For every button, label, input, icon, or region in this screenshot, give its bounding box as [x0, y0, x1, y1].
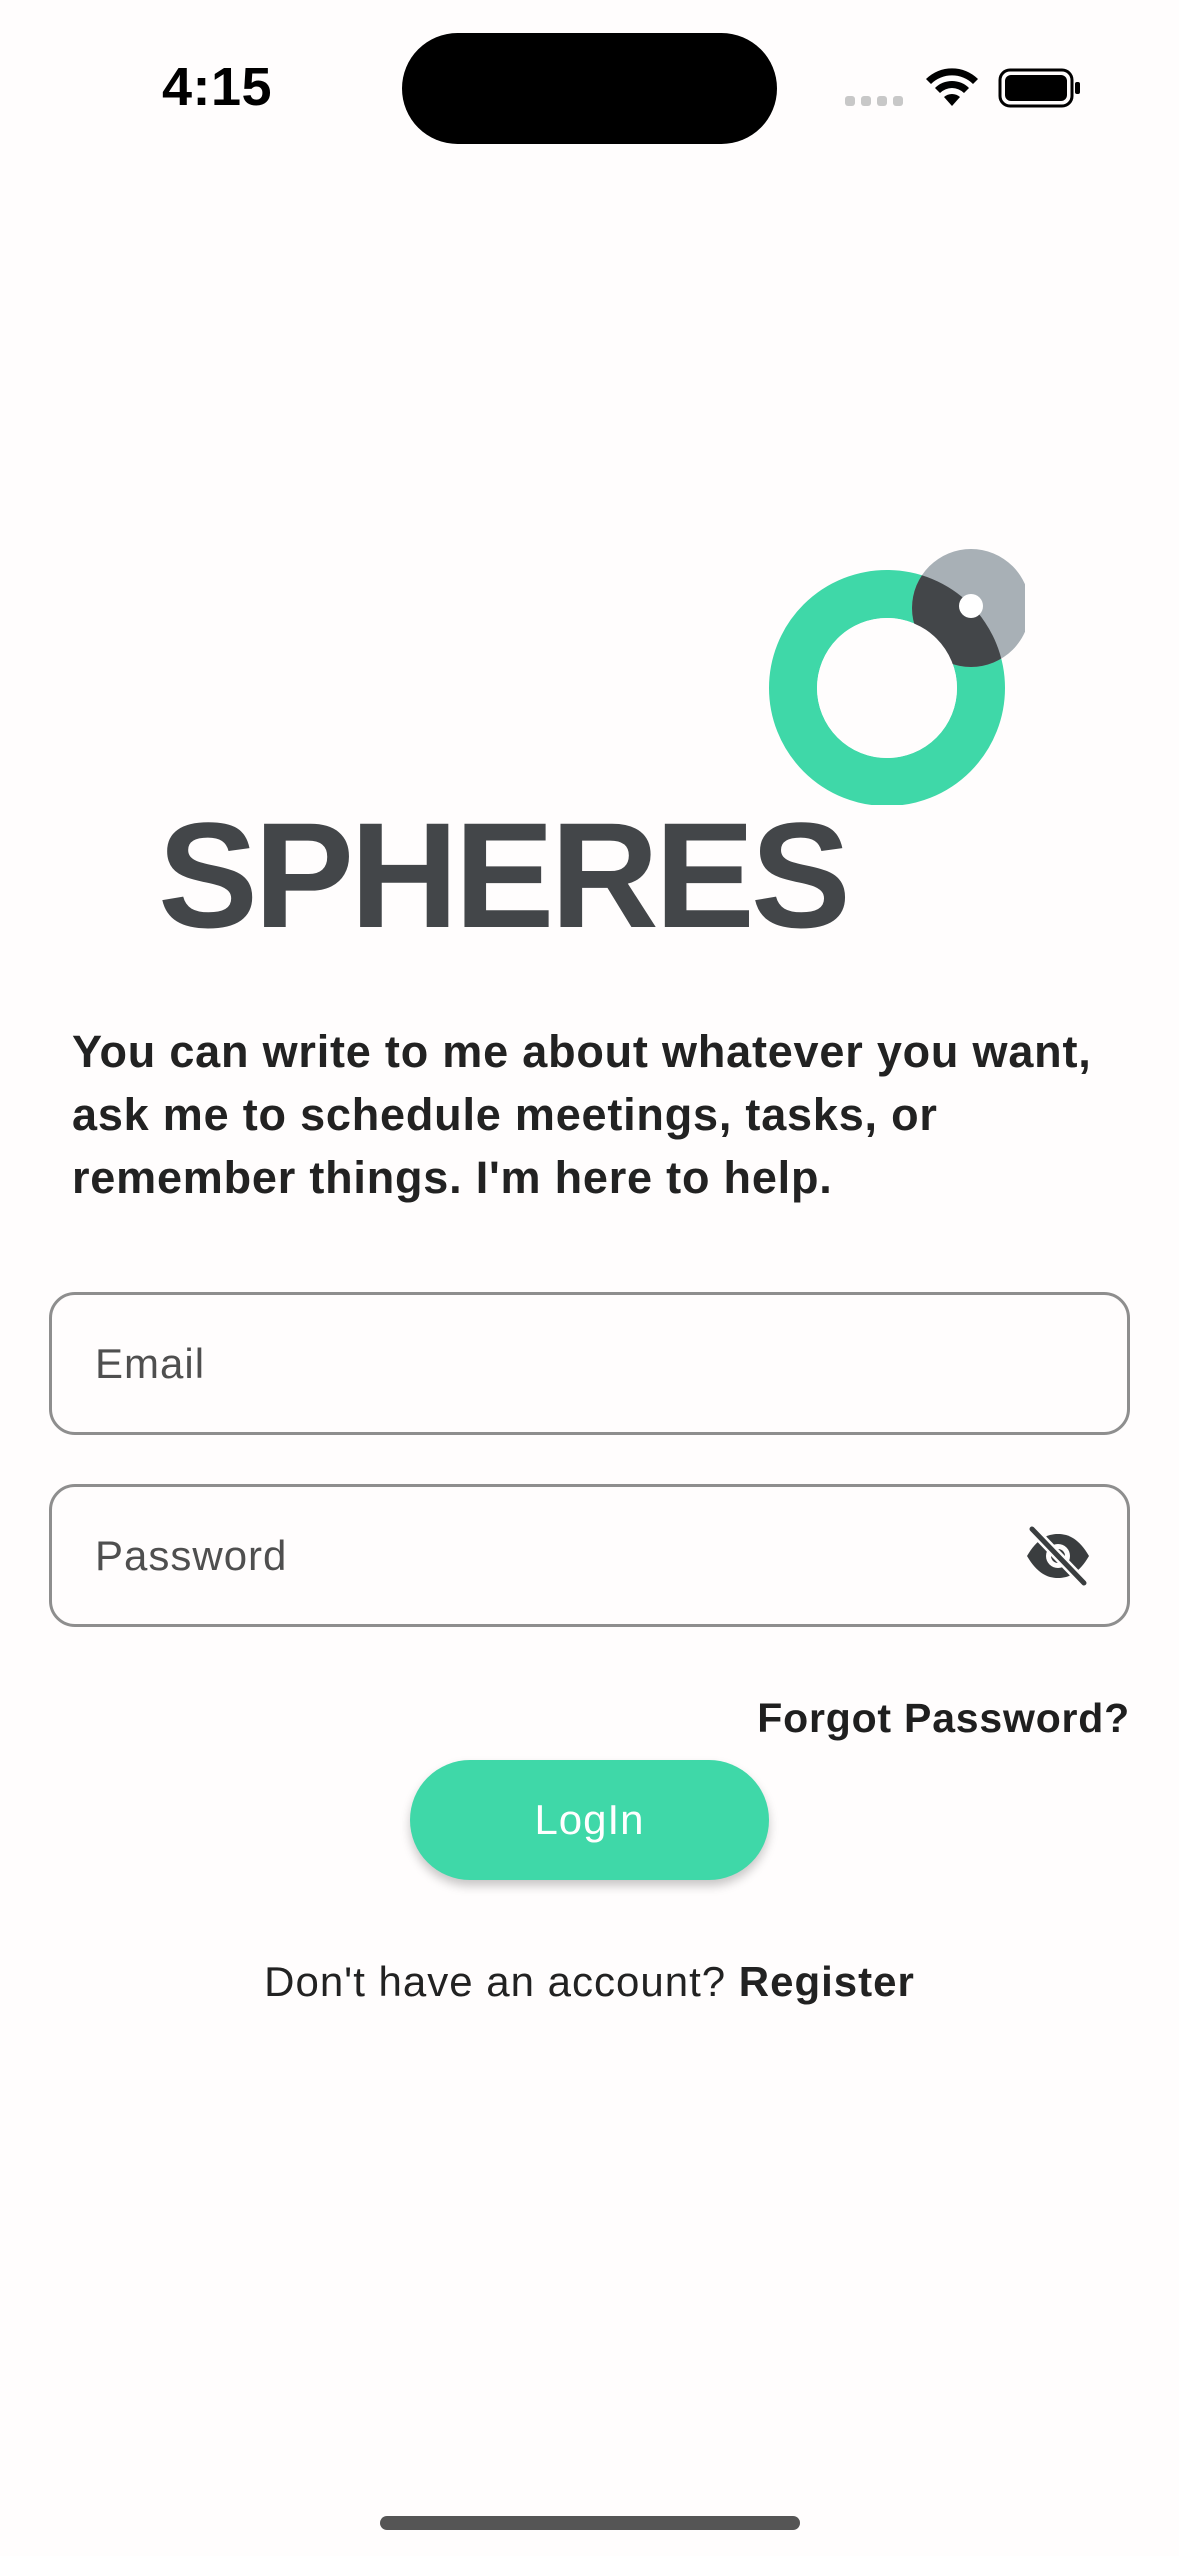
login-button[interactable]: LogIn — [410, 1760, 769, 1880]
password-field-container — [49, 1484, 1130, 1627]
password-field[interactable] — [95, 1531, 975, 1580]
register-prompt-text: Don't have an account? — [264, 1958, 739, 2005]
intro-text: You can write to me about whatever you w… — [72, 1026, 1092, 1203]
home-indicator[interactable] — [380, 2516, 800, 2530]
register-prompt-line: Don't have an account? Register — [0, 1958, 1179, 2006]
login-screen: 4:15 SPHERES You can write to me about w… — [0, 0, 1179, 2556]
battery-icon — [998, 68, 1080, 108]
cellular-signal-icon — [845, 96, 903, 106]
forgot-password-link[interactable]: Forgot Password? — [757, 1695, 1130, 1742]
email-field[interactable] — [95, 1339, 975, 1388]
status-time: 4:15 — [162, 57, 273, 117]
spheres-logo-icon — [769, 549, 1025, 805]
app-wordmark: SPHERES — [158, 791, 851, 959]
eye-off-icon[interactable] — [1023, 1525, 1093, 1587]
wifi-icon — [926, 68, 978, 106]
register-link[interactable]: Register — [739, 1958, 915, 2005]
email-field-container — [49, 1292, 1130, 1435]
dynamic-island — [402, 33, 777, 144]
